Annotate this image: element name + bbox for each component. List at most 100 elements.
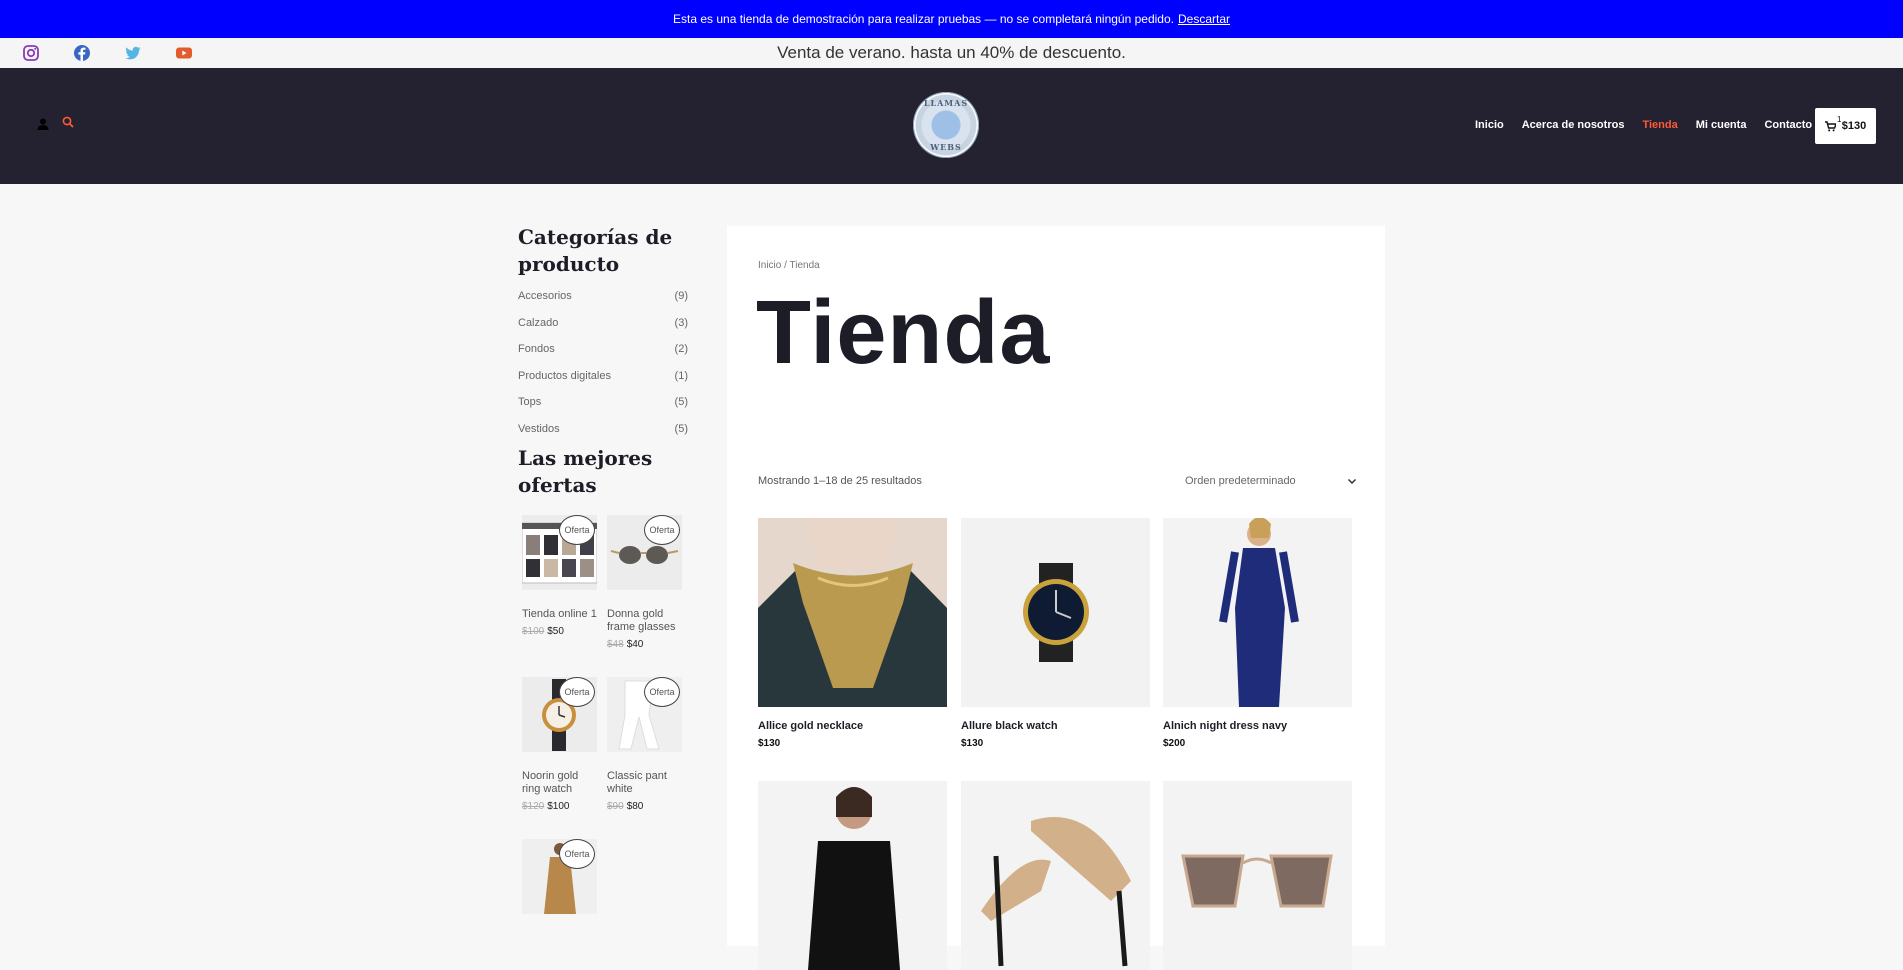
deal-image[interactable]: Oferta <box>607 515 682 590</box>
deal-old-price: $90 <box>607 801 624 812</box>
sale-badge: Oferta <box>559 839 595 869</box>
category-count: (2) <box>674 343 688 355</box>
user-icon[interactable] <box>36 117 50 131</box>
category-label: Productos digitales <box>518 369 611 382</box>
product-price: $130 <box>758 738 781 749</box>
deal-image[interactable]: Oferta <box>522 515 597 590</box>
deal-price: $120 $100 <box>522 801 597 812</box>
top-bar: Venta de verano. hasta un 40% de descuen… <box>0 38 1903 68</box>
product-image-art <box>961 518 1150 707</box>
page-title: Tienda <box>756 283 1051 383</box>
categories-heading: Categorías de producto <box>518 225 673 276</box>
category-label: Vestidos <box>518 422 560 435</box>
product-price: $200 <box>1163 738 1186 749</box>
deal-price: $48 $40 <box>607 639 682 650</box>
deal-image[interactable]: Oferta <box>607 677 682 752</box>
category-count: (3) <box>674 316 688 329</box>
nav-tienda[interactable]: Tienda <box>1642 119 1677 131</box>
category-item[interactable]: Fondos (2) <box>518 343 688 370</box>
product-card: Allure black watch $130 <box>961 518 1150 749</box>
breadcrumb[interactable]: Inicio / Tienda <box>758 260 820 271</box>
deal-item: Oferta Classic pant white $90 $80 <box>607 677 682 812</box>
deal-item: Oferta Tienda online 1 $100 $50 <box>522 515 597 637</box>
deal-name[interactable]: Tienda online 1 <box>522 608 597 621</box>
chevron-down-icon <box>1347 478 1357 485</box>
deal-item: Oferta <box>522 839 597 914</box>
product-image-art <box>1163 518 1352 707</box>
deal-old-price: $100 <box>522 626 545 637</box>
ordering-select[interactable]: Orden predeterminado <box>1185 471 1357 491</box>
nav-mi-cuenta[interactable]: Mi cuenta <box>1696 119 1747 131</box>
category-item[interactable]: Accesorios (9) <box>518 290 688 317</box>
logo-text-top: LLAMAS <box>923 98 969 108</box>
product-name[interactable]: Alnich night dress navy <box>1163 720 1352 732</box>
product-image-art <box>1163 781 1352 970</box>
deals-heading: Las mejores ofertas <box>518 446 653 497</box>
deals-list: Oferta Tienda online 1 $100 $50 Oferta Do… <box>518 515 688 935</box>
deal-image[interactable]: Oferta <box>522 839 597 914</box>
product-name[interactable]: Allice gold necklace <box>758 720 947 732</box>
main-navigation: Inicio Acerca de nosotros Tienda Mi cuen… <box>1475 119 1830 131</box>
product-card <box>1163 781 1352 970</box>
deal-sale-price: $100 <box>547 801 570 812</box>
result-count: Mostrando 1–18 de 25 resultados <box>758 475 922 487</box>
site-header: LLAMAS WEBS Inicio Acerca de nosotros Ti… <box>0 68 1903 184</box>
nav-acerca-de-nosotros[interactable]: Acerca de nosotros <box>1522 119 1625 131</box>
product-price: $130 <box>961 738 984 749</box>
deal-image[interactable]: Oferta <box>522 677 597 752</box>
nav-inicio[interactable]: Inicio <box>1475 119 1504 131</box>
product-card: Alnich night dress navy $200 <box>1163 518 1352 749</box>
deal-item: Oferta Donna gold frame glasses $48 $40 <box>607 515 682 650</box>
category-item[interactable]: Tops (5) <box>518 396 688 423</box>
store-notice: Esta es una tienda de demostración para … <box>0 0 1903 38</box>
category-item[interactable]: Calzado (3) <box>518 317 688 344</box>
sale-badge: Oferta <box>559 515 595 545</box>
category-item[interactable]: Productos digitales (1) <box>518 370 688 397</box>
product-image[interactable] <box>1163 781 1352 970</box>
nav-contacto[interactable]: Contacto <box>1764 119 1812 131</box>
logo-text-bottom: WEBS <box>930 142 962 152</box>
product-image[interactable] <box>758 781 947 970</box>
cart-total: $130 <box>1841 120 1867 132</box>
category-list: Accesorios (9) Calzado (3) Fondos (2) Produ… <box>518 290 688 449</box>
product-name[interactable]: Allure black watch <box>961 720 1150 732</box>
category-count: (1) <box>674 369 688 382</box>
deal-name[interactable]: Noorin gold ring watch <box>522 770 597 796</box>
category-count: (5) <box>674 422 688 435</box>
product-image-art <box>758 781 947 970</box>
sale-badge: Oferta <box>644 515 680 545</box>
dismiss-link[interactable]: Descartar <box>1178 12 1230 26</box>
sale-badge: Oferta <box>644 677 680 707</box>
deal-old-price: $120 <box>522 801 545 812</box>
product-image[interactable] <box>758 518 947 707</box>
product-card: Allice gold necklace $130 <box>758 518 947 749</box>
category-label: Tops <box>518 396 542 408</box>
deal-price: $100 $50 <box>522 626 597 637</box>
store-notice-text: Esta es una tienda de demostración para … <box>673 12 1174 26</box>
deal-name[interactable]: Donna gold frame glasses <box>607 608 682 634</box>
deal-sale-price: $50 <box>547 626 564 637</box>
deal-sale-price: $80 <box>626 801 644 812</box>
deal-item: Oferta Noorin gold ring watch $120 $100 <box>522 677 597 812</box>
ordering-value: Orden predeterminado <box>1185 475 1296 487</box>
deal-name[interactable]: Classic pant white <box>607 770 682 796</box>
shop-content: Inicio / Tienda Tienda Mostrando 1–18 de… <box>727 226 1385 970</box>
category-label: Fondos <box>518 343 555 355</box>
category-label: Accesorios <box>518 290 572 302</box>
product-image[interactable] <box>1163 518 1352 707</box>
category-count: (9) <box>674 290 688 302</box>
product-image[interactable] <box>961 781 1150 970</box>
cart-button[interactable]: 1 $130 <box>1815 108 1876 144</box>
shop-sidebar: Categorías de producto Accesorios (9) Cal… <box>518 224 688 935</box>
deal-sale-price: $40 <box>626 639 644 650</box>
category-label: Calzado <box>518 316 559 329</box>
deal-price: $90 $80 <box>607 801 682 812</box>
site-logo[interactable]: LLAMAS WEBS <box>913 92 979 158</box>
product-image-art <box>758 518 947 707</box>
category-count: (5) <box>674 396 688 408</box>
product-card <box>758 781 947 970</box>
deal-old-price: $48 <box>607 639 624 650</box>
search-icon[interactable] <box>62 116 74 128</box>
product-image[interactable] <box>961 518 1150 707</box>
sale-badge: Oferta <box>559 677 595 707</box>
